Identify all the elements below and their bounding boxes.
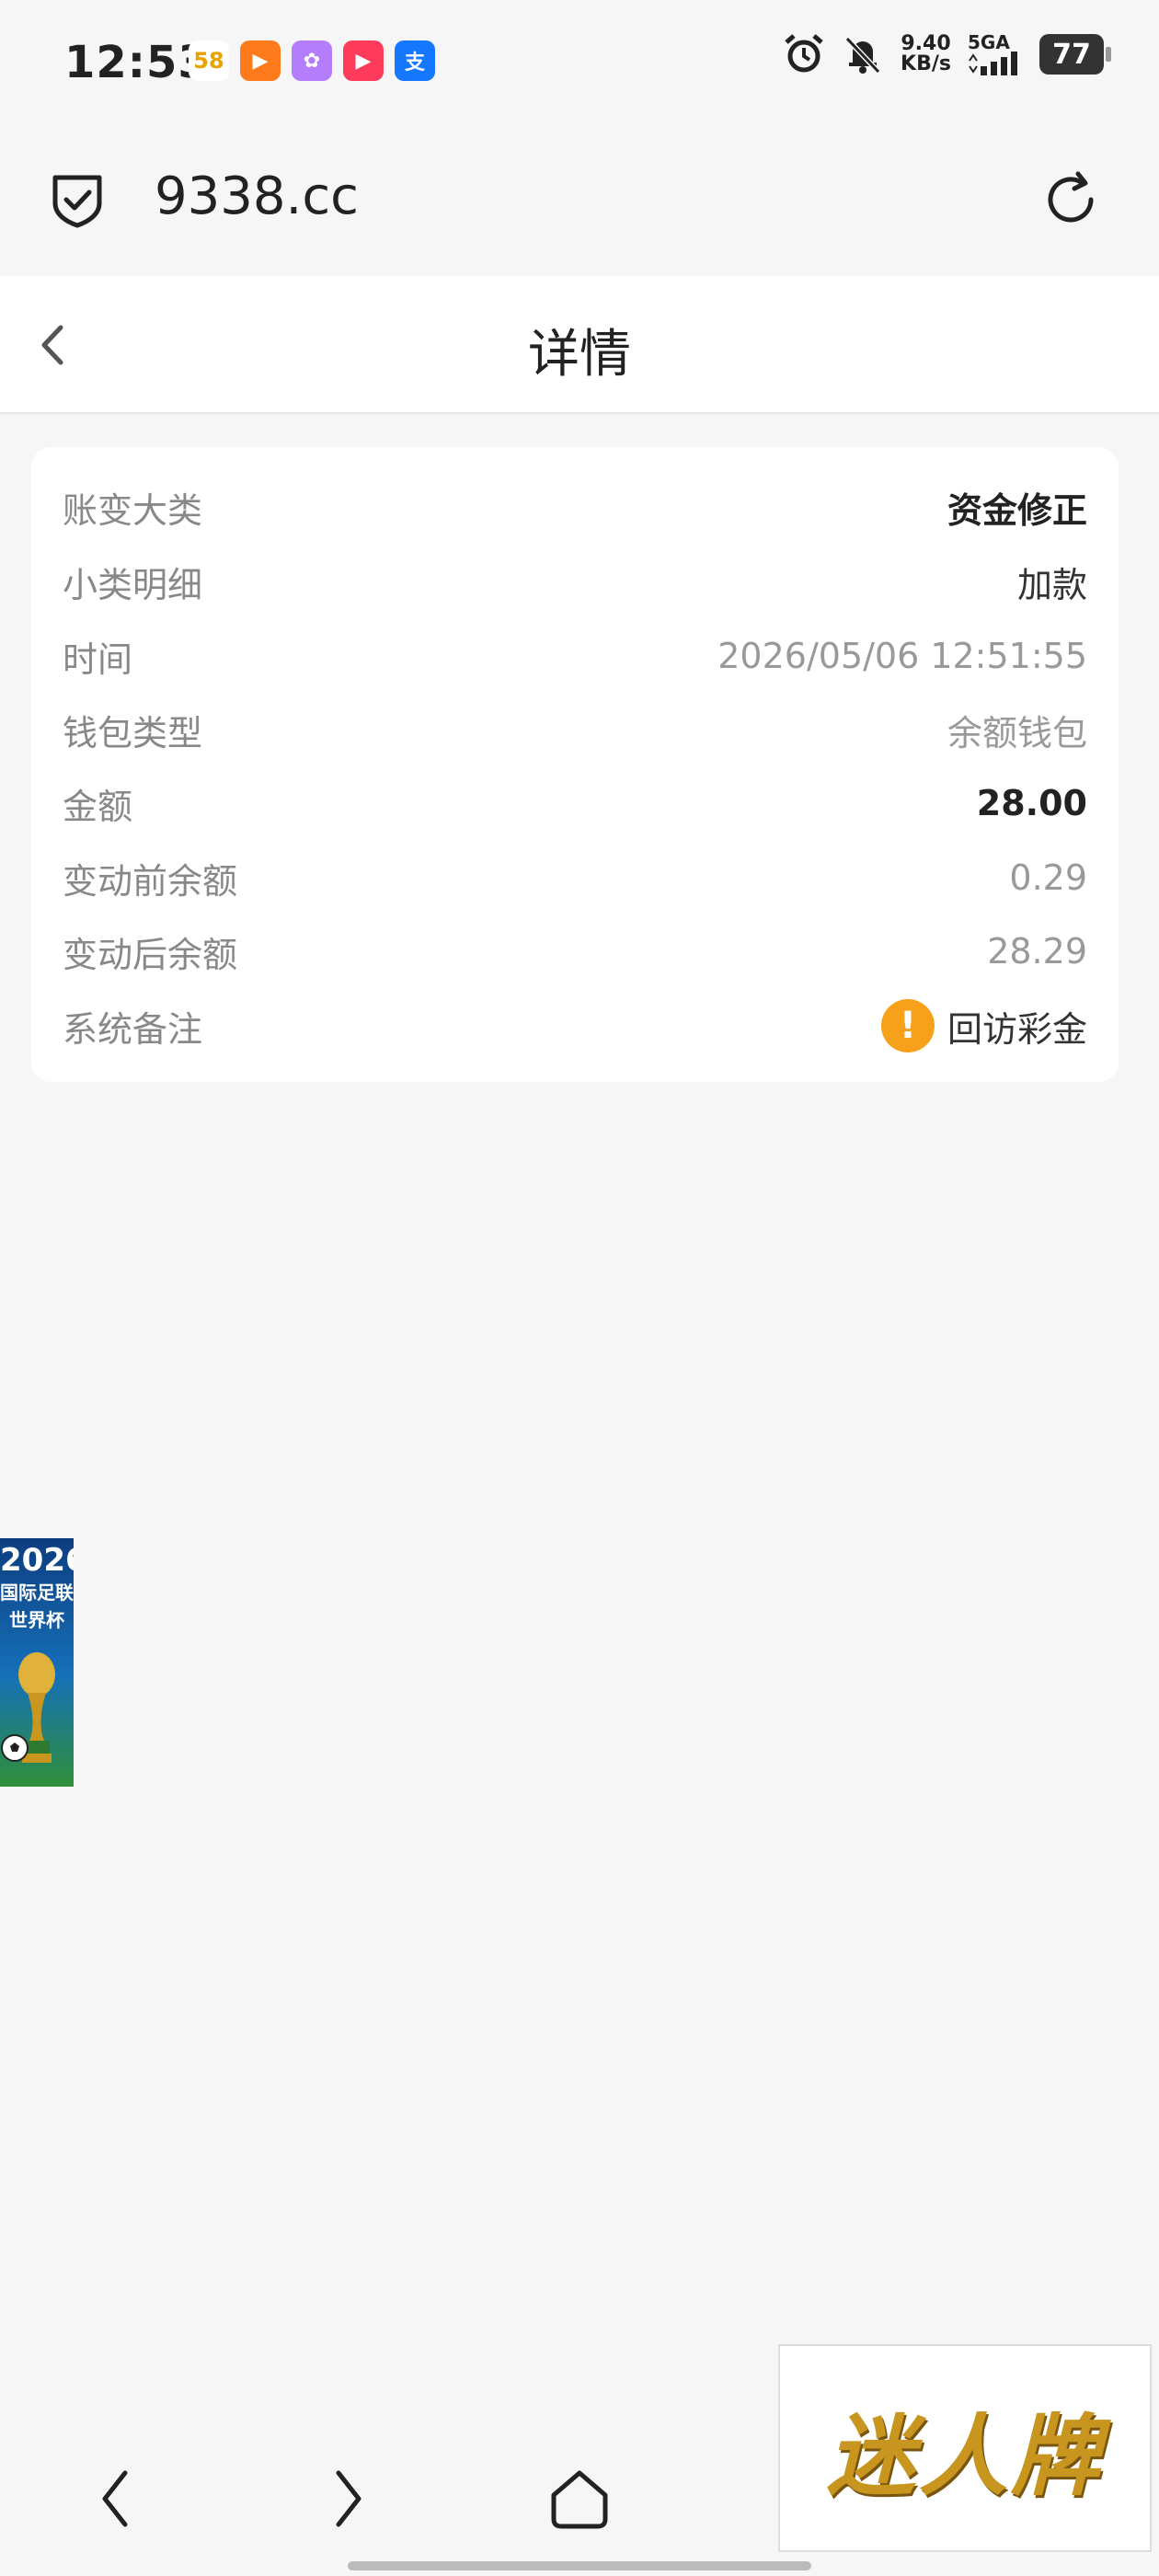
detail-row-balance-before: 变动前余额 0.29 xyxy=(63,845,1087,910)
shield-check-icon[interactable] xyxy=(48,170,107,229)
detail-value: 资金修正 xyxy=(947,489,1087,531)
home-indicator-bar[interactable] xyxy=(348,2561,811,2570)
world-cup-banner[interactable]: 2026 国际足联 世界杯 xyxy=(0,1538,74,1787)
detail-card: 账变大类 资金修正 小类明细 加款 时间 2026/05/06 12:51:55… xyxy=(31,447,1119,1082)
signal-indicator: 5GA xyxy=(968,33,1023,75)
warning-icon[interactable]: ! xyxy=(880,999,935,1052)
page-title: 详情 xyxy=(528,325,631,385)
detail-row-amount: 金额 28.00 xyxy=(63,771,1087,835)
battery-indicator: 77 xyxy=(1039,34,1111,75)
nav-forward-icon[interactable] xyxy=(311,2462,384,2536)
note-value[interactable]: ! 回访彩金 xyxy=(880,999,1087,1052)
network-speed: 9.40 KB/s xyxy=(901,34,951,75)
detail-row-subcategory: 小类明细 加款 xyxy=(63,549,1087,614)
detail-row-system-note: 系统备注 ! 回访彩金 xyxy=(63,994,1087,1058)
world-cup-banner-text: 2026 国际足联 世界杯 xyxy=(0,1542,74,1634)
network-type: 5GA xyxy=(968,31,1010,53)
status-right-icons: 9.40 KB/s 5GA 77 xyxy=(783,33,1111,75)
page-header: 详情 xyxy=(0,276,1159,414)
detail-label: 小类明细 xyxy=(63,564,203,605)
reload-icon[interactable] xyxy=(1039,168,1102,231)
nav-back-icon[interactable] xyxy=(79,2462,153,2536)
banner-line1: 国际足联 xyxy=(0,1581,74,1604)
detail-row-wallet-type: 钱包类型 余额钱包 xyxy=(63,697,1087,762)
detail-value: 2026/05/06 12:51:55 xyxy=(717,636,1087,676)
banner-year: 2026 xyxy=(0,1542,74,1579)
soccer-ball-icon xyxy=(1,1734,29,1762)
detail-value: 0.29 xyxy=(1009,857,1087,898)
notification-app-icons: 58 ▶ ✿ ▶ 支 xyxy=(189,40,435,81)
banner-line2: 世界杯 xyxy=(9,1609,64,1631)
network-speed-value: 9.40 xyxy=(901,32,951,55)
detail-row-balance-after: 变动后余额 28.29 xyxy=(63,919,1087,983)
detail-label: 金额 xyxy=(63,786,133,827)
detail-value: 加款 xyxy=(1016,564,1087,605)
detail-label: 系统备注 xyxy=(63,1008,203,1050)
status-bar: 12:53 58 ▶ ✿ ▶ 支 9.40 KB/s 5GA 77 xyxy=(0,0,1159,124)
detail-label: 时间 xyxy=(63,638,133,680)
detail-value: 余额钱包 xyxy=(947,712,1087,753)
detail-row-category: 账变大类 资金修正 xyxy=(63,475,1087,539)
detail-label: 变动后余额 xyxy=(63,934,238,975)
url-text[interactable]: 9338.cc xyxy=(155,167,359,226)
ad-brand-text: 迷人牌 xyxy=(827,2403,1103,2508)
mute-bell-icon xyxy=(844,36,881,75)
detail-row-time: 时间 2026/05/06 12:51:55 xyxy=(63,624,1087,688)
alarm-icon xyxy=(785,34,823,73)
detail-value: 28.00 xyxy=(976,783,1087,823)
browser-address-bar: 9338.cc xyxy=(0,124,1159,276)
detail-label: 账变大类 xyxy=(63,489,203,531)
app-player-icon: ▶ xyxy=(343,40,384,81)
detail-value: 28.29 xyxy=(987,931,1087,972)
app-video-icon: ▶ xyxy=(240,40,281,81)
nav-home-icon[interactable] xyxy=(543,2462,616,2536)
app-game-icon: ✿ xyxy=(292,40,332,81)
ad-box[interactable]: 迷人牌 xyxy=(778,2344,1152,2552)
detail-label: 变动前余额 xyxy=(63,860,238,902)
signal-bars-icon xyxy=(969,52,1017,75)
detail-label: 钱包类型 xyxy=(63,712,203,753)
alipay-icon: 支 xyxy=(395,40,435,81)
network-speed-unit: KB/s xyxy=(901,52,951,75)
note-text: 回访彩金 xyxy=(947,1008,1087,1050)
app-58-icon: 58 xyxy=(189,40,229,81)
